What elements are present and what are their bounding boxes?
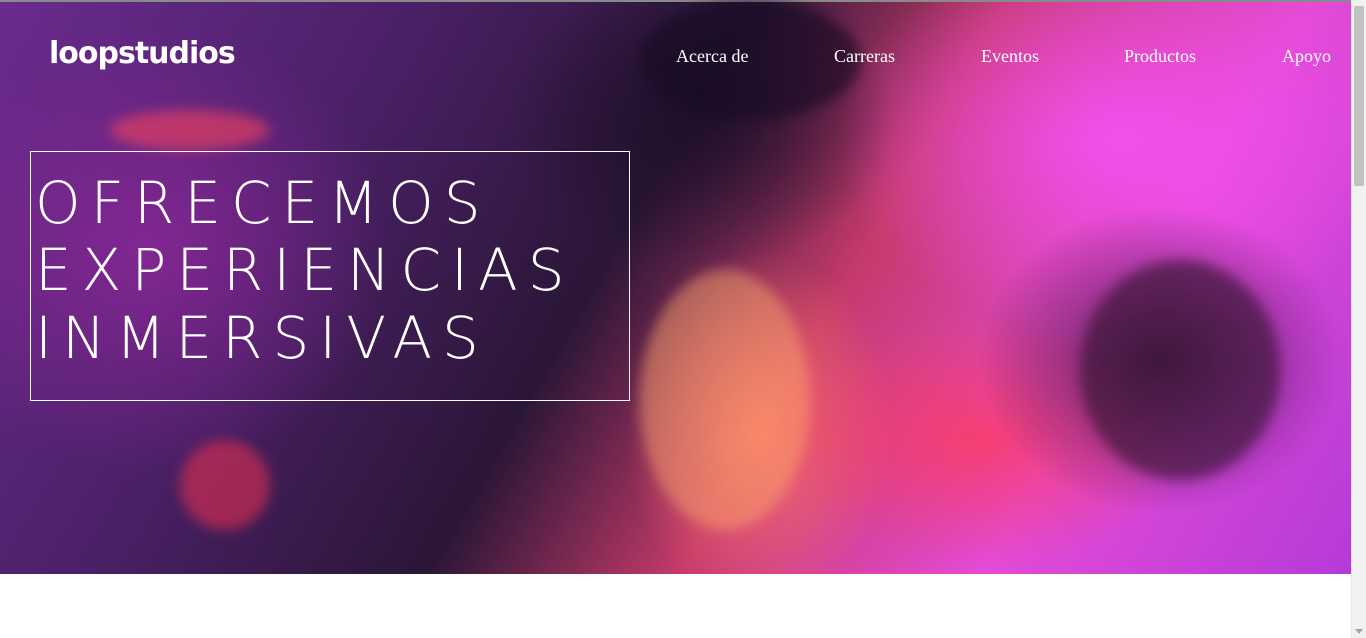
nav-item-acerca-de[interactable]: Acerca de: [676, 46, 748, 67]
hero-glow-left: [110, 110, 270, 150]
hero-section: loopstudios Acerca de Carreras Eventos P…: [0, 0, 1351, 574]
main-nav: Acerca de Carreras Eventos Productos Apo…: [0, 46, 1351, 70]
page: loopstudios Acerca de Carreras Eventos P…: [0, 0, 1366, 638]
hero-headline-line-2: EXPERIENCIAS: [35, 236, 575, 304]
nav-item-productos[interactable]: Productos: [1124, 46, 1196, 67]
hero-glow-center: [640, 270, 810, 530]
scroll-down-arrow-icon[interactable]: [1355, 629, 1363, 634]
nav-item-eventos[interactable]: Eventos: [981, 46, 1039, 67]
nav-item-carreras[interactable]: Carreras: [834, 46, 895, 67]
hero-glow-bottom-left: [180, 440, 270, 530]
hero-headline-line-3: INMERSIVAS: [35, 304, 489, 372]
vertical-scrollbar[interactable]: [1351, 0, 1366, 638]
scrollbar-thumb[interactable]: [1354, 6, 1364, 186]
hero-headline-line-1: OFRECEMOS: [35, 169, 491, 237]
hero-glow-steering: [1080, 260, 1280, 480]
top-border: [0, 0, 1351, 2]
nav-item-apoyo[interactable]: Apoyo: [1282, 46, 1331, 67]
hero-headline-box: OFRECEMOS EXPERIENCIAS INMERSIVAS: [30, 151, 630, 401]
